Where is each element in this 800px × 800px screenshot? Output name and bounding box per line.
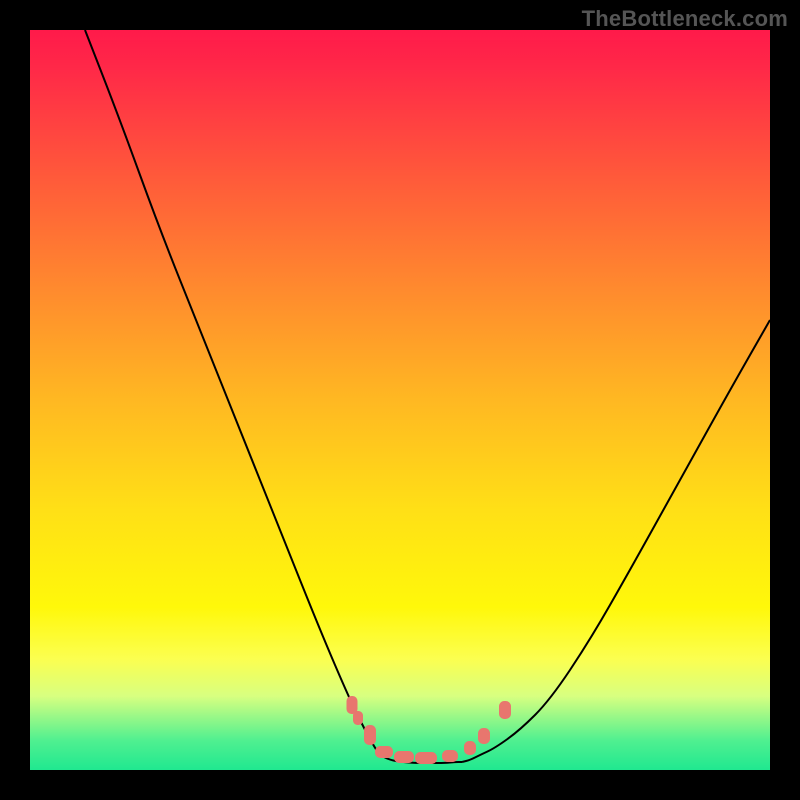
marker-floor-right <box>442 750 458 762</box>
marker-floor-left <box>375 746 393 758</box>
marker-floor-mid-b <box>415 752 437 764</box>
marker-left-cluster-low <box>364 725 376 745</box>
marker-right-cluster-low <box>464 741 476 755</box>
watermark-text: TheBottleneck.com <box>582 6 788 32</box>
plot-area <box>30 30 770 770</box>
marker-left-cluster-top-a <box>347 696 358 714</box>
chart-svg <box>30 30 770 770</box>
marker-floor-mid-a <box>394 751 414 763</box>
markers-group <box>347 696 512 764</box>
marker-right-cluster-top <box>499 701 511 719</box>
marker-left-cluster-top-b <box>353 711 363 725</box>
curve-right-branch <box>462 320 770 762</box>
curve-left-branch <box>85 30 380 755</box>
marker-right-cluster-mid <box>478 728 490 744</box>
